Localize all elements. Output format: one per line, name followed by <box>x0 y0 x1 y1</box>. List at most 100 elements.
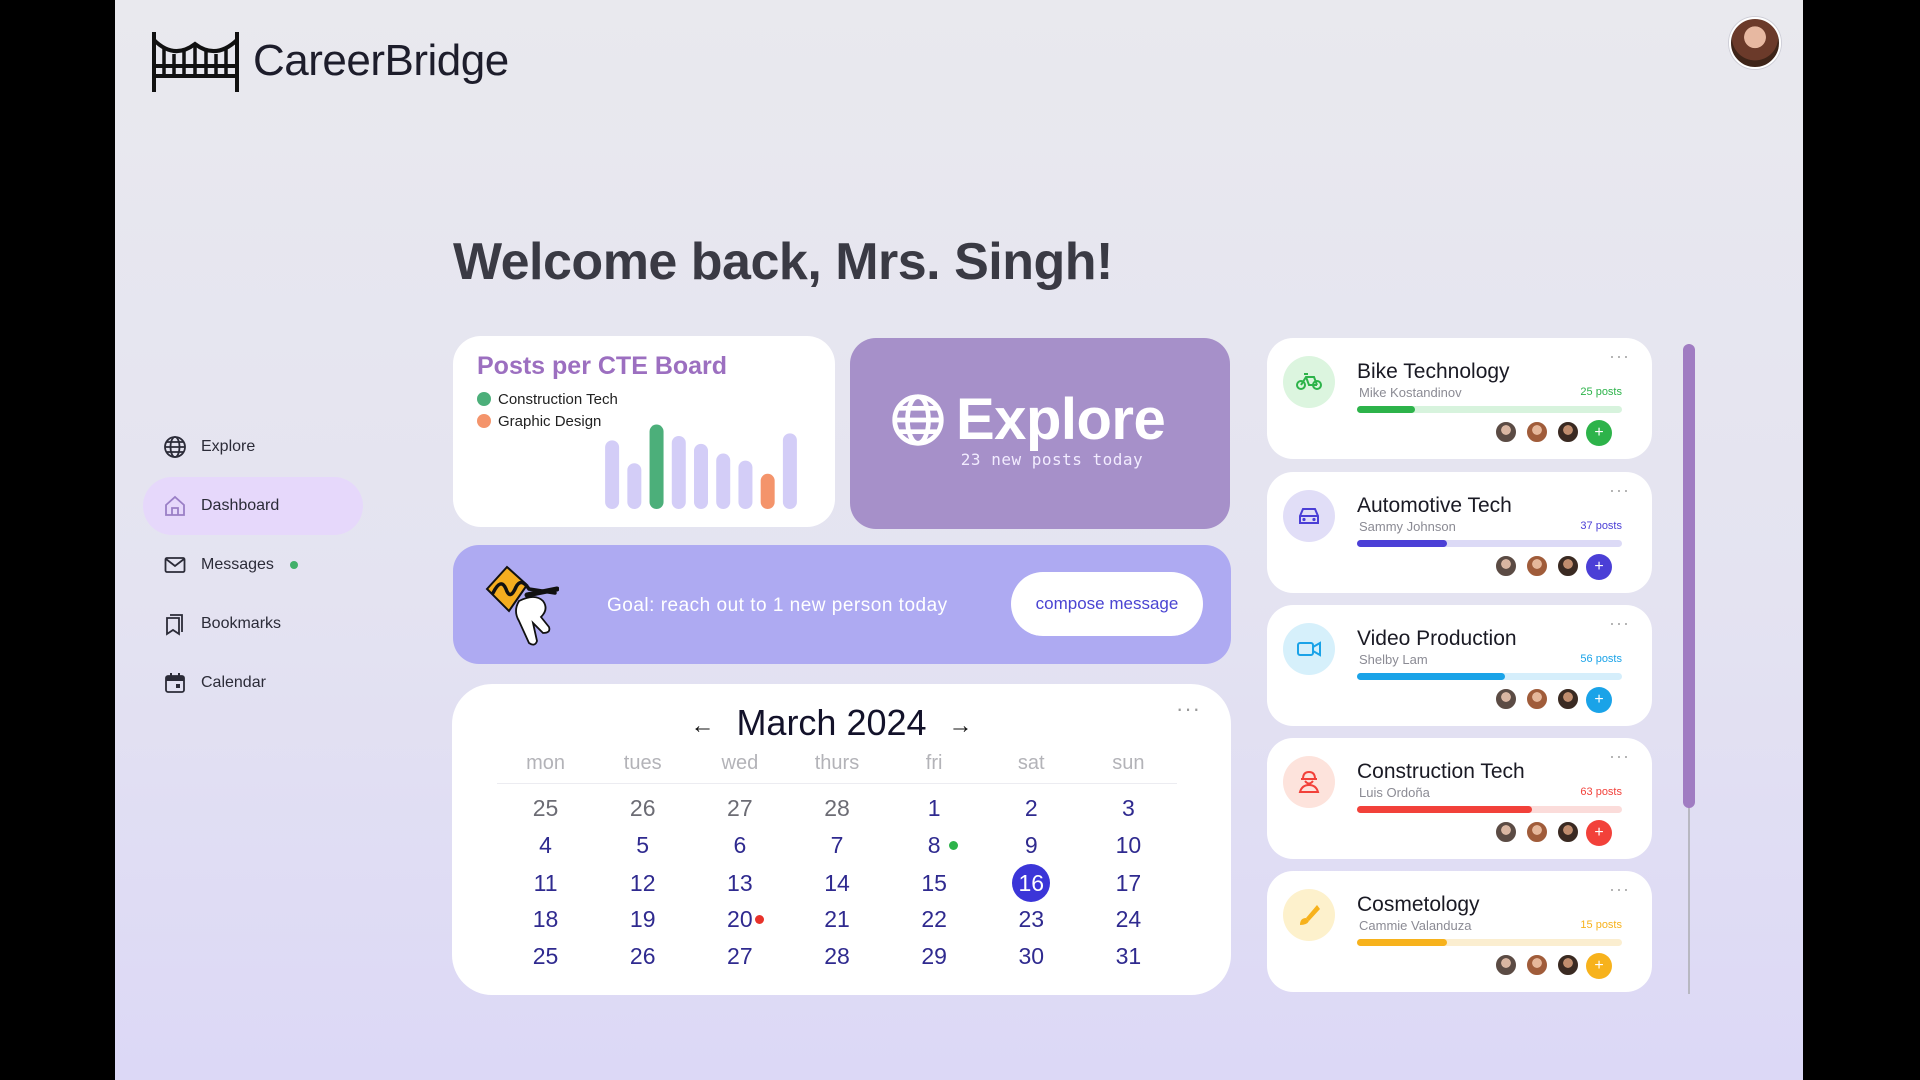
day-number: 9 <box>1024 832 1038 858</box>
calendar-day[interactable]: 23 <box>1011 901 1051 938</box>
calendar-day[interactable]: 24 <box>1108 901 1148 938</box>
member-avatar[interactable] <box>1494 820 1518 844</box>
member-avatar[interactable] <box>1525 554 1549 578</box>
calendar-day[interactable]: 9 <box>1011 827 1051 864</box>
day-number: 27 <box>727 943 753 969</box>
member-avatar[interactable] <box>1556 953 1580 977</box>
explore-card[interactable]: Explore 23 new posts today <box>850 338 1230 529</box>
calendar-day[interactable]: 19 <box>623 901 663 938</box>
day-number: 27 <box>727 795 753 821</box>
calendar-day[interactable]: 8 <box>914 827 959 864</box>
calendar-day[interactable]: 21 <box>817 901 857 938</box>
calendar-day[interactable]: 17 <box>1108 865 1148 902</box>
calendar-day[interactable]: 22 <box>914 901 954 938</box>
member-avatar[interactable] <box>1494 420 1518 444</box>
nav-item-messages[interactable]: Messages <box>143 536 363 594</box>
member-avatar[interactable] <box>1525 820 1549 844</box>
nav-item-explore[interactable]: Explore <box>143 418 363 476</box>
add-member-button[interactable]: + <box>1586 420 1612 446</box>
chart-bar <box>738 460 753 509</box>
member-avatar[interactable] <box>1556 554 1580 578</box>
board-more-button[interactable]: ··· <box>1609 879 1630 900</box>
calendar-day-today[interactable]: 16 <box>1012 864 1051 902</box>
board-more-button[interactable]: ··· <box>1609 613 1630 634</box>
nav-item-dashboard[interactable]: Dashboard <box>143 477 363 535</box>
board-card[interactable]: Bike Technology Mike Kostandinov 25 post… <box>1267 338 1652 459</box>
calendar-day[interactable]: 28 <box>817 790 857 827</box>
bridge-icon <box>152 32 239 92</box>
nav-item-calendar[interactable]: Calendar <box>143 654 363 712</box>
calendar-day[interactable]: 27 <box>720 938 760 975</box>
calendar-day[interactable]: 10 <box>1108 827 1148 864</box>
member-avatars: + <box>1487 820 1612 846</box>
chart-bar <box>671 435 686 509</box>
member-avatar[interactable] <box>1494 554 1518 578</box>
compose-message-button[interactable]: compose message <box>1011 572 1203 636</box>
add-member-button[interactable]: + <box>1586 687 1612 713</box>
calendar-more-button[interactable]: ··· <box>1176 696 1201 722</box>
member-avatar[interactable] <box>1525 953 1549 977</box>
chart-bar <box>694 443 708 509</box>
add-member-button[interactable]: + <box>1586 820 1612 846</box>
next-month-button[interactable]: → <box>947 712 975 740</box>
globe-icon <box>892 393 944 446</box>
calendar-day[interactable]: 1 <box>914 790 954 827</box>
calendar-day[interactable]: 15 <box>914 865 954 902</box>
calendar-day[interactable]: 6 <box>720 827 760 864</box>
board-card[interactable]: Cosmetology Cammie Valanduza 15 posts ··… <box>1267 871 1652 992</box>
add-member-button[interactable]: + <box>1586 554 1612 580</box>
member-avatar[interactable] <box>1494 687 1518 711</box>
calendar-day[interactable]: 28 <box>817 938 857 975</box>
user-avatar[interactable] <box>1729 17 1781 69</box>
day-number: 13 <box>727 869 753 896</box>
member-avatars: + <box>1487 953 1612 979</box>
legend-item: Construction Tech <box>477 388 618 410</box>
board-post-count: 63 posts <box>1580 786 1622 798</box>
calendar-day[interactable]: 2 <box>1011 790 1051 827</box>
day-number: 15 <box>921 869 947 896</box>
calendar-day[interactable]: 5 <box>623 827 663 864</box>
member-avatar[interactable] <box>1556 820 1580 844</box>
member-avatar[interactable] <box>1556 687 1580 711</box>
board-more-button[interactable]: ··· <box>1609 480 1630 501</box>
calendar-day[interactable]: 12 <box>623 865 663 902</box>
calendar-day[interactable]: 20 <box>720 901 764 938</box>
calendar-week: 18 19 20 21 22 23 24 <box>497 901 1177 938</box>
weekday-label: thurs <box>788 752 886 784</box>
calendar-day[interactable]: 4 <box>526 827 566 864</box>
member-avatar[interactable] <box>1525 687 1549 711</box>
calendar-day[interactable]: 3 <box>1108 790 1148 827</box>
day-number: 23 <box>1018 906 1045 932</box>
board-card[interactable]: Construction Tech Luis Ordoña 63 posts ·… <box>1267 738 1652 859</box>
board-more-button[interactable]: ··· <box>1609 346 1630 367</box>
calendar-day[interactable]: 26 <box>623 790 663 827</box>
event-dot <box>949 841 959 850</box>
calendar-day[interactable]: 18 <box>526 901 566 938</box>
calendar-day[interactable]: 25 <box>526 938 566 975</box>
calendar-day[interactable]: 29 <box>914 938 954 975</box>
calendar-day[interactable]: 13 <box>720 865 760 902</box>
board-more-button[interactable]: ··· <box>1609 746 1630 767</box>
calendar-day[interactable]: 25 <box>526 790 566 827</box>
calendar-day[interactable]: 26 <box>623 938 663 975</box>
nav-item-bookmarks[interactable]: Bookmarks <box>143 595 363 653</box>
calendar-day[interactable]: 14 <box>817 865 857 902</box>
calendar-day[interactable]: 11 <box>526 865 566 902</box>
member-avatar[interactable] <box>1556 420 1580 444</box>
brand-logo[interactable]: CareerBridge <box>148 26 509 96</box>
calendar-day[interactable]: 31 <box>1108 938 1148 975</box>
day-number: 17 <box>1115 869 1142 896</box>
board-card[interactable]: Video Production Shelby Lam 56 posts ···… <box>1267 605 1652 726</box>
calendar-day[interactable]: 7 <box>817 827 857 864</box>
board-name: Construction Tech <box>1357 760 1525 783</box>
scrollbar-thumb[interactable] <box>1683 344 1695 808</box>
board-card[interactable]: Automotive Tech Sammy Johnson 37 posts ·… <box>1267 472 1652 593</box>
prev-month-button[interactable]: ← <box>688 712 716 740</box>
member-avatar[interactable] <box>1494 953 1518 977</box>
calendar-day[interactable]: 30 <box>1011 938 1051 975</box>
member-avatar[interactable] <box>1525 420 1549 444</box>
car-icon <box>1283 490 1335 542</box>
calendar-day[interactable]: 27 <box>720 790 760 827</box>
add-member-button[interactable]: + <box>1586 953 1612 979</box>
video-camera-icon <box>1283 623 1335 675</box>
